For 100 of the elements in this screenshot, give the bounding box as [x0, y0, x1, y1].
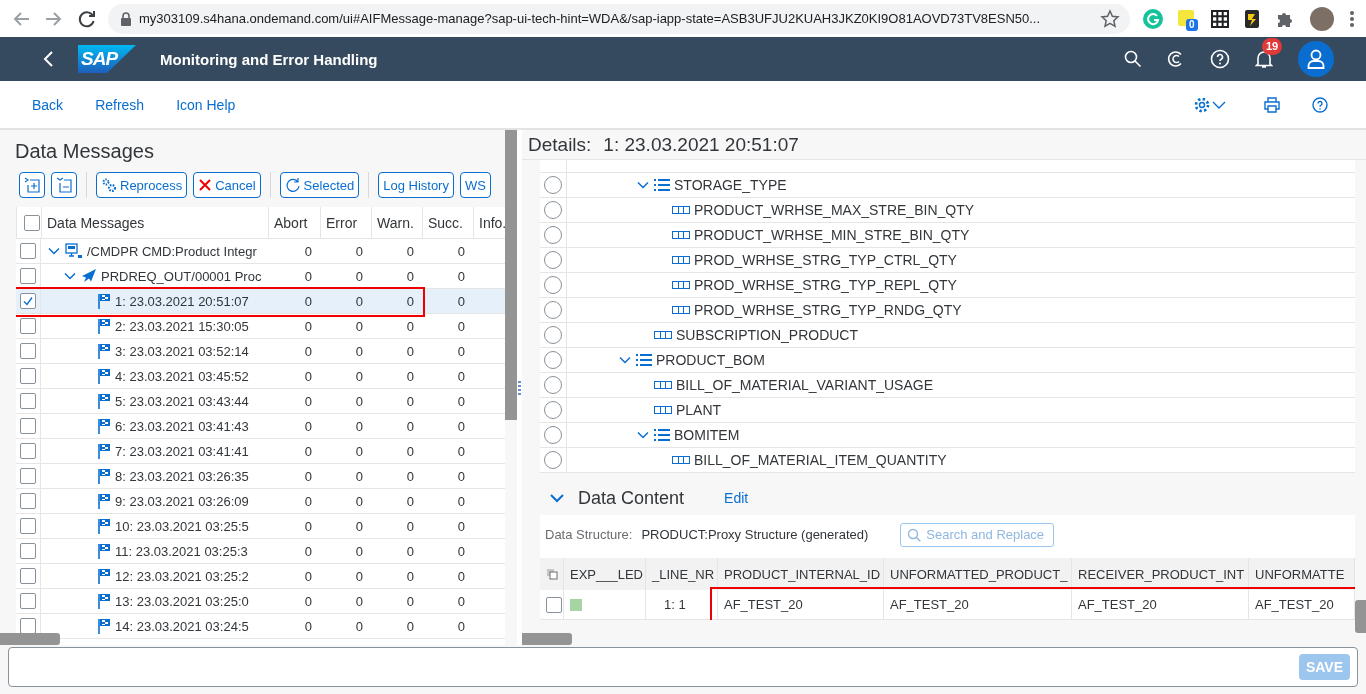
radio-button[interactable]	[544, 176, 562, 194]
checkbox[interactable]	[20, 568, 36, 584]
checkbox[interactable]	[23, 214, 40, 231]
tree-item-label[interactable]: PRODUCT_WRHSE_MAX_STRE_BIN_QTY	[694, 202, 975, 218]
extension-icon[interactable]	[1244, 8, 1260, 29]
checkbox[interactable]	[20, 468, 36, 484]
column-header[interactable]: Data Messages	[41, 207, 268, 238]
radio-button[interactable]	[544, 376, 562, 394]
message-label[interactable]: 8: 23.03.2021 03:26:35	[115, 468, 249, 484]
checkbox[interactable]	[546, 596, 562, 613]
printer-icon[interactable]	[1264, 96, 1280, 113]
message-label[interactable]: 7: 23.03.2021 03:41:41	[115, 443, 249, 459]
message-label[interactable]: 14: 23.03.2021 03:24:5	[115, 618, 249, 634]
message-label[interactable]: 12: 23.03.2021 03:25:2	[115, 568, 249, 584]
tree-item-label[interactable]: PRODUCT_WRHSE_MIN_STRE_BIN_QTY	[694, 227, 970, 243]
scrollbar[interactable]	[505, 130, 517, 420]
tree-item-label[interactable]: BILL_OF_MATERIAL_ITEM_QUANTITY	[694, 452, 947, 468]
settings-button[interactable]	[1194, 96, 1226, 113]
column-header[interactable]: _LINE_NR	[646, 558, 718, 590]
radio-button[interactable]	[544, 401, 562, 419]
message-label[interactable]: 4: 23.03.2021 03:45:52	[115, 368, 249, 384]
column-header[interactable]: Succ.	[422, 207, 473, 238]
radio-button[interactable]	[544, 451, 562, 469]
tree-item-label[interactable]: SUBSCRIPTION_PRODUCT	[676, 327, 859, 343]
checkbox[interactable]	[20, 368, 36, 384]
column-header[interactable]: EXP___LED	[564, 558, 646, 590]
checkbox[interactable]	[20, 293, 36, 309]
checkbox[interactable]	[20, 443, 36, 459]
column-header[interactable]: RECEIVER_PRODUCT_INT	[1072, 558, 1249, 590]
toolbar-link[interactable]: Refresh	[95, 96, 145, 113]
bell-icon[interactable]	[1254, 49, 1274, 69]
column-header[interactable]: UNFORMATTED_PRODUCT_	[884, 558, 1072, 590]
note-icon[interactable]	[1178, 9, 1194, 26]
cancel-button[interactable]: Cancel	[193, 172, 261, 198]
column-header[interactable]: PRODUCT_INTERNAL_ID	[718, 558, 884, 590]
scrollbar[interactable]	[0, 633, 60, 645]
radio-button[interactable]	[544, 326, 562, 344]
checkbox[interactable]	[20, 618, 36, 634]
column-header[interactable]: Warn.	[371, 207, 422, 238]
checkbox[interactable]	[20, 318, 36, 334]
tree-item-label[interactable]: STORAGE_TYPE	[674, 177, 787, 193]
toolbar-button[interactable]: Log History	[378, 172, 454, 198]
column-header[interactable]: UNFORMATTE	[1249, 558, 1355, 590]
message-label[interactable]: 2: 23.03.2021 15:30:05	[115, 318, 249, 334]
checkbox[interactable]	[20, 518, 36, 534]
radio-button[interactable]	[544, 201, 562, 219]
splitter-handle[interactable]	[518, 380, 521, 395]
tree-item-label[interactable]: PROD_WRHSE_STRG_TYP_REPL_QTY	[694, 277, 957, 293]
message-label[interactable]: 3: 23.03.2021 03:52:14	[115, 343, 249, 359]
selected-button[interactable]: Selected	[279, 172, 360, 198]
tree-item-label[interactable]: PROD_WRHSE_STRG_TYP_CTRL_QTY	[694, 252, 957, 268]
checkbox[interactable]	[20, 418, 36, 434]
back-icon[interactable]	[43, 50, 55, 68]
message-label[interactable]: 6: 23.03.2021 03:41:43	[115, 418, 249, 434]
radio-button[interactable]	[544, 351, 562, 369]
help-icon[interactable]	[1312, 96, 1328, 113]
scrollbar[interactable]	[1355, 600, 1366, 633]
checkbox[interactable]	[20, 393, 36, 409]
message-label[interactable]: 10: 23.03.2021 03:25:5	[115, 518, 249, 534]
message-label[interactable]: 1: 23.03.2021 20:51:07	[115, 293, 249, 309]
tree-item-label[interactable]: BOMITEM	[674, 427, 740, 443]
toolbar-link[interactable]: Icon Help	[176, 96, 236, 113]
tree-item-label[interactable]: BILL_OF_MATERIAL_VARIANT_USAGE	[676, 377, 933, 393]
ring-extension-icon[interactable]	[1143, 8, 1163, 29]
tree-item-label[interactable]: PRODUCT_BOM	[656, 352, 765, 368]
tree-item-label[interactable]: PROD_WRHSE_STRG_TYP_RNDG_QTY	[694, 302, 962, 318]
grid-icon[interactable]	[1211, 9, 1229, 28]
message-label[interactable]: 11: 23.03.2021 03:25:3	[115, 543, 248, 559]
radio-button[interactable]	[544, 226, 562, 244]
radio-button[interactable]	[544, 251, 562, 269]
column-header[interactable]: Abort	[268, 207, 320, 238]
message-label[interactable]: PRDREQ_OUT/00001 Proc	[101, 268, 262, 284]
radio-button[interactable]	[544, 426, 562, 444]
checkbox[interactable]	[20, 593, 36, 609]
search-field[interactable]: Search and Replace	[900, 522, 1055, 547]
address-bar[interactable]: my303109.s4hana.ondemand.com/ui#AIFMessage-manage?sap-ui-tech-hint=WDA&/sap-iapp-state=ASB3UFJU2KUAH3JKZ0KI9O81AOVD73TV8ESN50...	[108, 3, 1130, 34]
toolbar-link[interactable]: Back	[32, 96, 64, 113]
checkbox[interactable]	[20, 493, 36, 509]
scrollbar[interactable]	[522, 633, 572, 645]
more-options-icon[interactable]	[1349, 9, 1355, 28]
checkbox[interactable]	[20, 543, 36, 559]
message-label[interactable]: 5: 23.03.2021 03:43:44	[115, 393, 249, 409]
checkbox[interactable]	[20, 243, 36, 259]
message-label[interactable]: 9: 23.03.2021 03:26:09	[115, 493, 249, 509]
column-header[interactable]: Error	[320, 207, 371, 238]
bookmark-star-icon[interactable]	[1100, 8, 1120, 29]
search-icon[interactable]	[1124, 50, 1142, 68]
expand-all-button[interactable]	[19, 172, 45, 198]
radio-button[interactable]	[544, 301, 562, 319]
tree-item-label[interactable]: PLANT	[676, 402, 722, 418]
logo[interactable]: SAP	[78, 45, 136, 73]
profile-avatar[interactable]	[1310, 6, 1334, 31]
message-label[interactable]: /CMDPR CMD:Product Integr	[87, 243, 257, 259]
reload-icon[interactable]	[77, 8, 97, 29]
reprocess-button[interactable]: Reprocess	[96, 172, 188, 198]
user-avatar[interactable]	[1298, 41, 1334, 77]
checkbox[interactable]	[20, 343, 36, 359]
message-label[interactable]: 13: 23.03.2021 03:25:0	[115, 593, 249, 609]
radio-button[interactable]	[544, 276, 562, 294]
copy-icon[interactable]	[546, 568, 558, 580]
